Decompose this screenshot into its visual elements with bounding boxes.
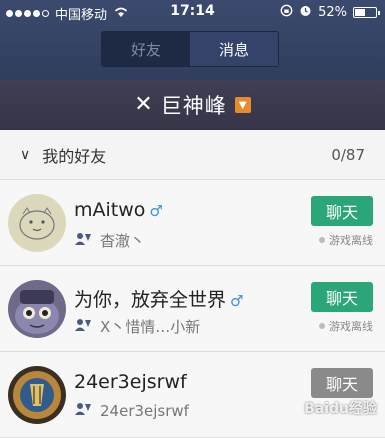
friend-name: 为你，放弃全世界 xyxy=(74,289,227,311)
down-arrow-badge-icon[interactable]: ▼ xyxy=(234,97,251,113)
avatar xyxy=(8,366,66,424)
male-gender-icon: ♂ xyxy=(149,202,163,220)
male-gender-icon: ♂ xyxy=(230,292,244,310)
group-online-count: 0/87 xyxy=(331,145,365,164)
top-navigation-bar: 中国移动 17:14 52% 好友 消息 xyxy=(0,0,385,80)
battery-level xyxy=(355,9,366,16)
tab-messages[interactable]: 消息 xyxy=(190,32,278,66)
game-status: 游戏离线 xyxy=(319,318,373,334)
hero-icon xyxy=(74,402,92,420)
friend-group-header[interactable]: ∨ 我的好友 0/87 xyxy=(0,130,385,180)
hero-icon xyxy=(74,318,92,336)
game-status-text: 游戏离线 xyxy=(329,320,373,333)
hero-icon xyxy=(74,232,92,250)
tab-friends[interactable]: 好友 xyxy=(102,32,190,66)
chat-button[interactable]: 聊天 xyxy=(311,282,373,312)
friend-game-name: X丶惜情…小新 xyxy=(100,318,201,336)
offline-dot-icon xyxy=(319,237,325,243)
watermark: Baidu经验 xyxy=(304,401,377,417)
game-status-text: 游戏离线 xyxy=(329,234,373,247)
avatar xyxy=(8,280,66,338)
friend-name: mAitwo xyxy=(74,199,146,221)
current-user-bar[interactable]: ✕ 巨神峰 ▼ xyxy=(0,80,385,130)
tab-switcher: 好友 消息 xyxy=(101,31,279,67)
alarm-icon xyxy=(299,4,312,21)
rotation-lock-icon xyxy=(280,4,293,21)
avatar xyxy=(8,194,66,252)
game-status: 游戏离线 xyxy=(319,232,373,248)
chevron-down-icon: ∨ xyxy=(20,146,31,163)
friend-name: 24er3ejsrwf xyxy=(74,371,187,393)
chat-button[interactable]: 聊天 xyxy=(311,196,373,226)
status-bar: 中国移动 17:14 52% xyxy=(0,0,385,24)
battery-icon xyxy=(353,7,380,18)
current-username: 巨神峰 xyxy=(160,94,227,118)
offline-dot-icon xyxy=(319,323,325,329)
chat-button[interactable]: 聊天 xyxy=(311,368,373,398)
friend-game-name: 24er3ejsrwf xyxy=(100,402,189,420)
friend-list-item[interactable]: 24er3ejsrwf 24er3ejsrwf 聊天 xyxy=(0,352,385,438)
friend-list-item[interactable]: mAitwo ♂ 杳澈丶 聊天 游戏离线 xyxy=(0,180,385,266)
x-logo-icon: ✕ xyxy=(134,92,153,117)
friend-game-name: 杳澈丶 xyxy=(100,232,146,250)
friend-list-item[interactable]: 为你，放弃全世界 ♂ X丶惜情…小新 聊天 游戏离线 xyxy=(0,266,385,352)
battery-percent: 52% xyxy=(318,5,347,20)
group-title: 我的好友 xyxy=(42,146,107,166)
